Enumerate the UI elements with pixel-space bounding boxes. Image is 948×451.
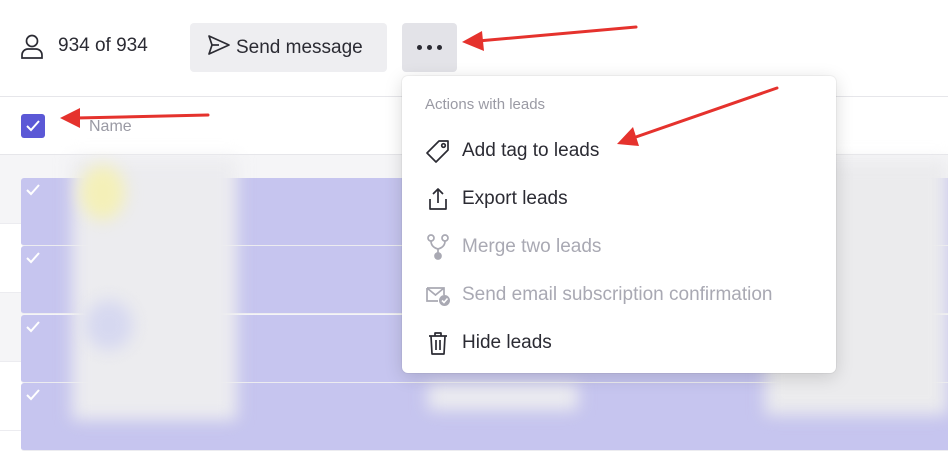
more-actions-button[interactable] (402, 23, 457, 72)
menu-item-label: Merge two leads (462, 236, 602, 257)
lead-actions-menu: Actions with leads Add tag to leads Expo… (402, 76, 836, 373)
menu-item-merge: Merge two leads (402, 225, 836, 269)
export-icon (424, 185, 452, 213)
menu-item-label: Send email subscription confirmation (462, 284, 773, 305)
select-all-checkbox[interactable] (21, 114, 45, 138)
menu-item-add-tag[interactable]: Add tag to leads (402, 129, 836, 173)
lead-count-text: 934 of 934 (58, 35, 148, 56)
menu-item-label: Add tag to leads (462, 140, 600, 161)
trash-icon (424, 329, 452, 357)
user-icon (20, 33, 44, 59)
email-confirm-icon (424, 281, 452, 309)
menu-item-email-confirmation: Send email subscription confirmation (402, 273, 836, 317)
tag-icon (424, 137, 452, 165)
merge-icon (424, 233, 452, 261)
redacted-avatar (80, 165, 125, 220)
menu-item-label: Export leads (462, 188, 568, 209)
send-message-label: Send message (236, 36, 363, 58)
menu-item-hide-leads[interactable]: Hide leads (402, 321, 836, 365)
redacted-cell (428, 384, 578, 410)
menu-heading: Actions with leads (425, 96, 546, 113)
menu-item-export[interactable]: Export leads (402, 177, 836, 221)
send-message-button[interactable]: Send message (190, 23, 387, 72)
more-horizontal-icon (415, 45, 445, 50)
menu-item-label: Hide leads (462, 332, 552, 353)
redacted-avatar (85, 300, 133, 350)
send-icon (206, 33, 232, 63)
column-header-name[interactable]: Name (89, 118, 132, 136)
lead-count: 934 of 934 (20, 33, 148, 59)
